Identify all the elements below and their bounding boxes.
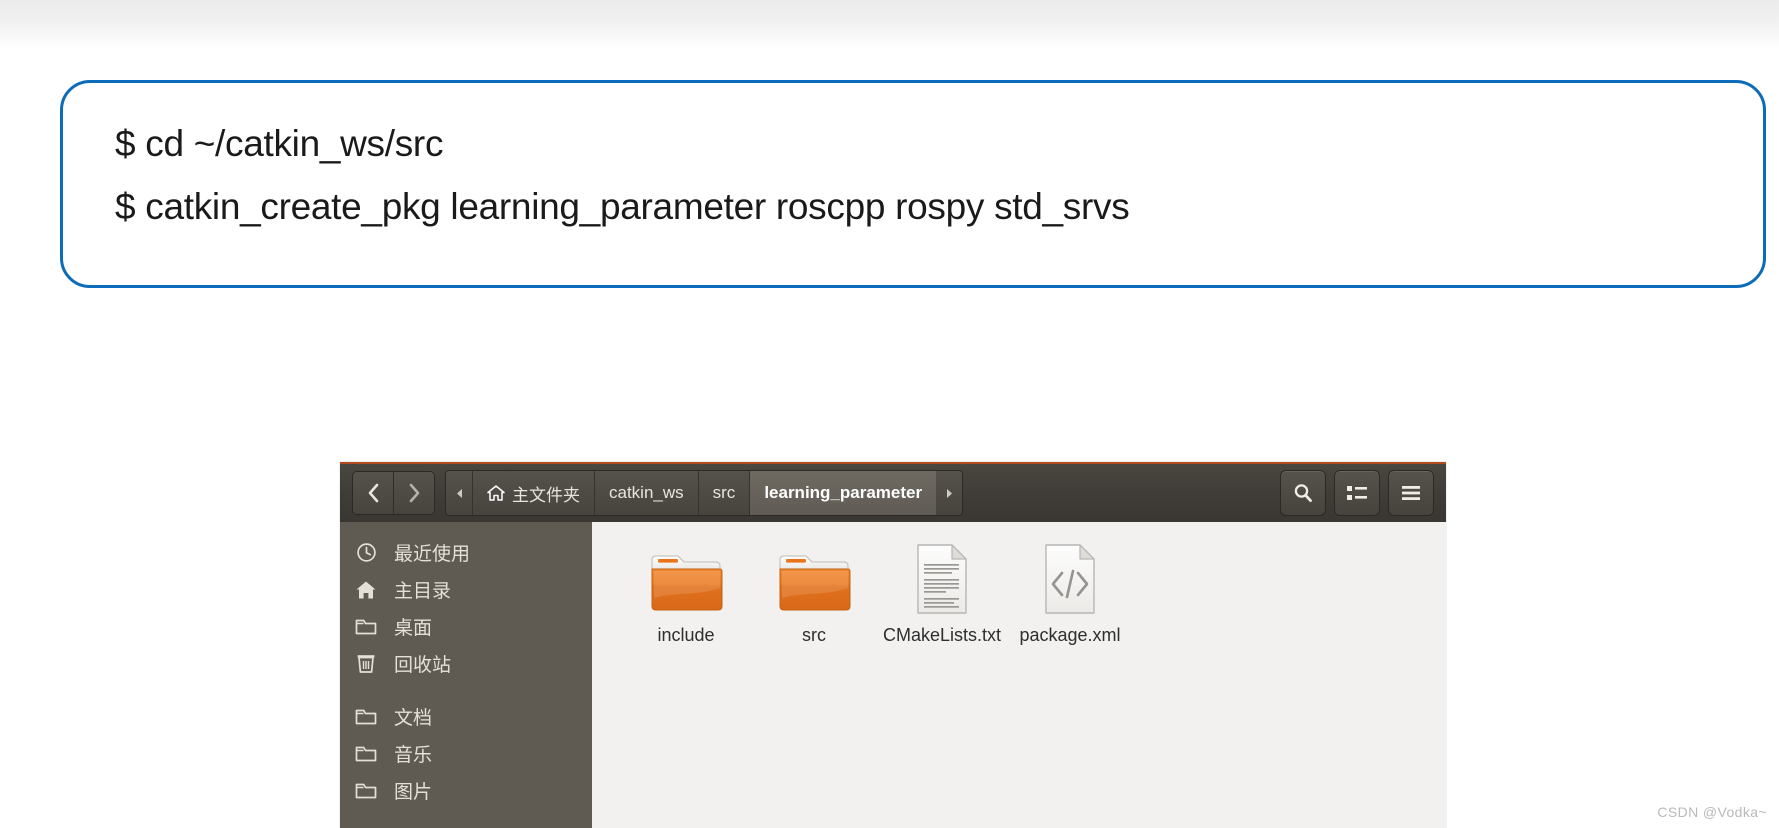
file-manager-toolbar: 主文件夹 catkin_ws src learning_parameter [340,462,1446,522]
breadcrumb-label: 主文件夹 [512,485,580,505]
file-item-cmakelists[interactable]: CMakeLists.txt [878,544,1006,645]
sidebar-item-pictures[interactable]: 图片 [340,772,592,809]
command-line-2: $ catkin_create_pkg learning_parameter r… [115,186,1130,227]
triangle-right-icon [946,488,952,498]
hamburger-menu-icon [1402,486,1420,500]
sidebar: 最近使用 主目录 桌面 回收站 文档 音乐 图片 [340,522,592,828]
file-label: package.xml [1019,625,1121,645]
sidebar-item-recent[interactable]: 最近使用 [340,534,592,571]
home-icon [487,485,505,501]
command-lines: $ cd ~/catkin_ws/src $ catkin_create_pkg… [115,125,1743,225]
home-icon [354,580,378,600]
navigation-button-group [352,471,435,515]
folder-icon [354,781,378,800]
code-document-icon [1039,544,1101,616]
sidebar-separator [340,682,592,698]
sidebar-item-documents[interactable]: 文档 [340,698,592,735]
chevron-left-icon [368,483,378,503]
triangle-left-icon [456,488,462,498]
trash-icon [354,653,378,674]
file-manager-window: 主文件夹 catkin_ws src learning_parameter 最近… [340,462,1446,828]
folder-icon [354,744,378,763]
search-icon [1294,484,1312,503]
clock-icon [354,542,378,563]
breadcrumb: 主文件夹 catkin_ws src learning_parameter [445,470,964,516]
toolbar-actions [1280,470,1434,516]
folder-icon [648,544,724,616]
sidebar-item-desktop[interactable]: 桌面 [340,608,592,645]
sidebar-item-music[interactable]: 音乐 [340,735,592,772]
file-item-include[interactable]: include [622,544,750,645]
breadcrumb-item-learning-parameter[interactable]: learning_parameter [749,471,937,515]
breadcrumb-label: learning_parameter [764,483,923,502]
sidebar-item-label: 图片 [394,782,433,803]
view-list-icon [1347,486,1367,500]
breadcrumb-scroll-right[interactable] [936,471,963,515]
breadcrumb-label: src [712,483,736,502]
view-options-button[interactable] [1334,470,1380,516]
sidebar-item-label: 桌面 [394,618,433,639]
sidebar-item-label: 文档 [394,708,433,729]
folder-icon [354,617,378,636]
file-manager-body: 最近使用 主目录 桌面 回收站 文档 音乐 图片 include src CMa… [340,522,1446,828]
watermark: CSDN @Vodka~ [1657,804,1767,820]
sidebar-item-label: 主目录 [394,581,452,602]
sidebar-item-label: 音乐 [394,745,433,766]
file-label: src [802,625,826,645]
back-button[interactable] [353,472,393,514]
command-callout-box: $ cd ~/catkin_ws/src $ catkin_create_pkg… [60,80,1766,288]
breadcrumb-item-home[interactable]: 主文件夹 [472,471,594,515]
text-document-icon [911,544,973,616]
folder-icon [354,707,378,726]
sidebar-item-home[interactable]: 主目录 [340,571,592,608]
sidebar-item-label: 最近使用 [394,544,471,565]
menu-button[interactable] [1388,470,1434,516]
forward-button[interactable] [393,472,434,514]
file-label: include [657,625,715,645]
sidebar-item-label: 回收站 [394,655,452,676]
search-button[interactable] [1280,470,1326,516]
file-label: CMakeLists.txt [882,625,1002,645]
breadcrumb-item-src[interactable]: src [697,471,750,515]
top-gradient-band [0,0,1779,50]
sidebar-item-trash[interactable]: 回收站 [340,645,592,682]
file-item-src[interactable]: src [750,544,878,645]
breadcrumb-label: catkin_ws [609,483,684,502]
chevron-right-icon [409,483,419,503]
file-list-area: include src CMakeLists.txt package.xml [592,522,1446,828]
folder-icon [776,544,852,616]
breadcrumb-item-catkin-ws[interactable]: catkin_ws [594,471,698,515]
breadcrumb-scroll-left[interactable] [446,471,472,515]
file-item-package-xml[interactable]: package.xml [1006,544,1134,645]
command-line-1: $ cd ~/catkin_ws/src [115,123,444,164]
